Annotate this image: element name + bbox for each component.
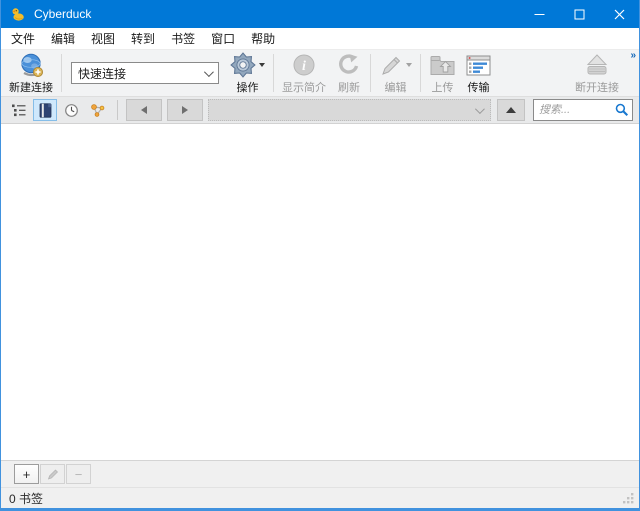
menu-file[interactable]: 文件 xyxy=(3,28,43,49)
book-icon xyxy=(39,103,52,118)
back-arrow-icon xyxy=(141,106,147,114)
magnifier-icon xyxy=(615,103,629,117)
toolbar-separator xyxy=(61,54,62,92)
remove-bookmark-button[interactable]: − xyxy=(66,464,91,484)
new-connection-button[interactable]: 新建连接 xyxy=(4,51,58,95)
toolbar-separator xyxy=(420,54,421,92)
bookmark-edit-toolbar: + − xyxy=(1,460,639,487)
up-arrow-icon xyxy=(506,107,516,113)
chevron-down-icon xyxy=(204,67,214,77)
menu-edit[interactable]: 编辑 xyxy=(43,28,83,49)
svg-text:i: i xyxy=(302,59,306,74)
go-up-button[interactable] xyxy=(497,99,525,121)
get-info-button[interactable]: i 显示简介 xyxy=(277,51,331,95)
new-connection-label: 新建连接 xyxy=(9,79,53,95)
navbar-separator xyxy=(117,100,118,120)
menu-window[interactable]: 窗口 xyxy=(203,28,243,49)
bookmarks-view-button[interactable] xyxy=(33,99,57,121)
toolbar-separator xyxy=(273,54,274,92)
path-chevron-down-icon xyxy=(475,104,485,114)
pencil-icon xyxy=(47,468,59,480)
forward-button[interactable] xyxy=(167,99,203,121)
maximize-button[interactable] xyxy=(559,0,599,28)
main-toolbar: 新建连接 快速连接 操作 i xyxy=(1,49,639,96)
minimize-icon xyxy=(534,9,545,20)
bonjour-view-button[interactable] xyxy=(85,99,109,121)
edit-dropdown-arrow-icon xyxy=(406,63,412,67)
add-bookmark-button[interactable]: + xyxy=(14,464,39,484)
refresh-button[interactable]: 刷新 xyxy=(331,51,367,95)
refresh-icon xyxy=(336,51,362,79)
forward-arrow-icon xyxy=(182,106,188,114)
action-label: 操作 xyxy=(237,79,259,95)
menu-bar: 文件 编辑 视图 转到 书签 窗口 帮助 xyxy=(1,28,639,49)
search-box xyxy=(533,99,633,121)
refresh-label: 刷新 xyxy=(338,79,360,95)
close-icon xyxy=(614,9,625,20)
search-input[interactable] xyxy=(539,104,615,116)
maximize-icon xyxy=(574,9,585,20)
outline-tree-icon xyxy=(11,103,27,117)
title-bar: Cyberduck xyxy=(1,0,639,28)
globe-plus-icon xyxy=(18,51,45,79)
upload-label: 上传 xyxy=(432,79,454,95)
history-view-button[interactable] xyxy=(59,99,83,121)
menu-help[interactable]: 帮助 xyxy=(243,28,283,49)
path-combobox[interactable] xyxy=(208,99,491,121)
navigation-bar xyxy=(1,96,639,124)
window-title: Cyberduck xyxy=(34,7,91,21)
edit-bookmark-button[interactable] xyxy=(40,464,65,484)
menu-bookmarks[interactable]: 书签 xyxy=(163,28,203,49)
disconnect-button[interactable]: 断开连接 xyxy=(570,51,624,95)
transfers-icon xyxy=(466,51,491,79)
upload-button[interactable]: 上传 xyxy=(424,51,461,95)
bookmark-count-text: 0 书签 xyxy=(9,490,43,507)
toolbar-overflow-chevron[interactable]: » xyxy=(630,50,636,61)
cyberduck-window: Cyberduck 文件 编辑 视图 转到 书签 窗口 帮助 xyxy=(0,0,640,511)
action-dropdown-arrow-icon xyxy=(259,63,265,67)
menu-view[interactable]: 视图 xyxy=(83,28,123,49)
caption-buttons xyxy=(519,0,639,28)
quick-connect-value: 快速连接 xyxy=(78,65,126,82)
close-button[interactable] xyxy=(599,0,639,28)
edit-button[interactable]: 编辑 xyxy=(374,51,417,95)
folder-upload-icon xyxy=(429,51,456,79)
bookmark-list-area[interactable] xyxy=(1,124,639,460)
action-button[interactable]: 操作 xyxy=(225,51,270,95)
info-icon: i xyxy=(292,51,316,79)
minimize-button[interactable] xyxy=(519,0,559,28)
back-button[interactable] xyxy=(126,99,162,121)
disconnect-label: 断开连接 xyxy=(575,79,619,95)
clock-icon xyxy=(64,103,79,118)
pencil-icon xyxy=(379,51,412,79)
resize-grip[interactable] xyxy=(621,491,635,505)
duck-icon xyxy=(10,6,26,22)
status-bar: 0 书签 xyxy=(1,487,639,508)
bonjour-molecule-icon xyxy=(89,103,106,118)
menu-go[interactable]: 转到 xyxy=(123,28,163,49)
transfers-button[interactable]: 传输 xyxy=(461,51,496,95)
edit-label: 编辑 xyxy=(385,79,407,95)
gear-icon xyxy=(230,51,265,79)
transfers-label: 传输 xyxy=(468,79,490,95)
get-info-label: 显示简介 xyxy=(282,79,326,95)
eject-drive-icon xyxy=(583,51,611,79)
toolbar-separator xyxy=(370,54,371,92)
outline-view-button[interactable] xyxy=(7,99,31,121)
quick-connect-combobox[interactable]: 快速连接 xyxy=(71,62,219,84)
